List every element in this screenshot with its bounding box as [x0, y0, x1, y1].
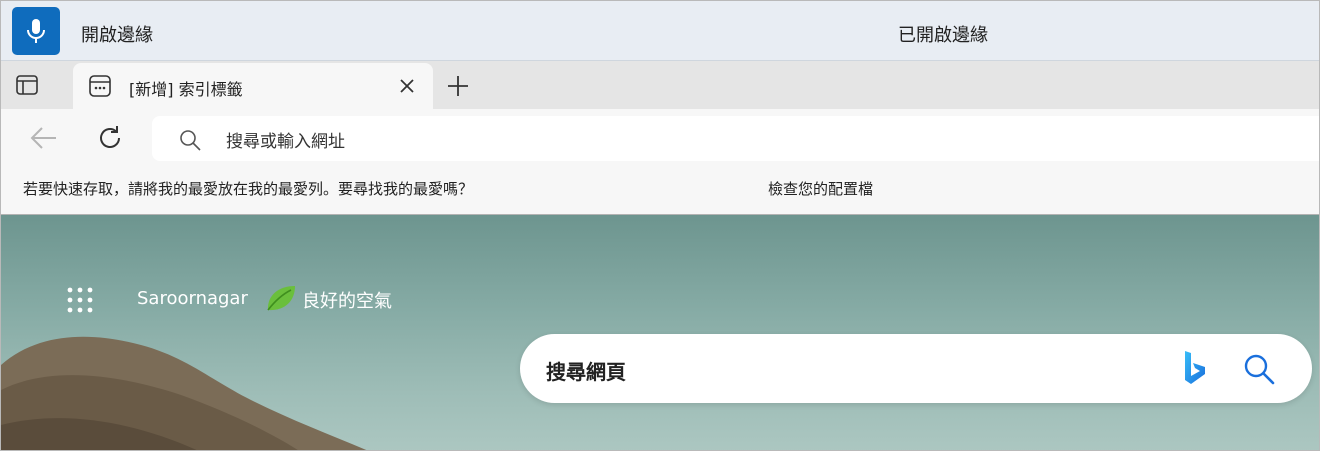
app-launcher-icon[interactable]	[65, 285, 95, 315]
tab-actions-icon	[16, 75, 38, 95]
search-icon[interactable]	[1242, 352, 1276, 386]
microphone-button[interactable]	[12, 7, 60, 55]
close-icon[interactable]	[397, 76, 417, 96]
address-placeholder: 搜尋或輸入網址	[226, 132, 345, 152]
tab-title: [新增] 索引標籤	[129, 80, 243, 99]
favorites-bar: 若要快速存取，請將我的最愛放在我的最愛列。要尋找我的最愛嗎？ 檢查您的配置檔	[1, 167, 1319, 215]
background-hill-image	[1, 336, 367, 450]
navigation-toolbar: 搜尋或輸入網址	[1, 109, 1319, 167]
address-bar[interactable]: 搜尋或輸入網址	[152, 116, 1319, 161]
web-search-placeholder: 搜尋網頁	[546, 360, 626, 384]
back-arrow-icon[interactable]	[29, 124, 59, 152]
tab-new-tab[interactable]: [新增] 索引標籤	[73, 63, 433, 109]
new-tab-page-icon	[89, 75, 111, 97]
leaf-icon	[267, 286, 295, 311]
tab-actions-button[interactable]	[15, 73, 39, 97]
new-tab-page: Saroornagar 良好的空氣 搜尋網頁	[1, 215, 1319, 450]
voice-status-text: 已開啟邊緣	[898, 25, 988, 46]
voice-access-bar: 開啟邊緣 已開啟邊緣	[1, 1, 1319, 61]
air-quality-text[interactable]: 良好的空氣	[302, 287, 392, 313]
web-search-box[interactable]: 搜尋網頁	[520, 334, 1312, 403]
microphone-icon	[27, 19, 45, 43]
search-icon	[180, 130, 201, 151]
favorites-bar-message: 若要快速存取，請將我的最愛放在我的最愛列。要尋找我的最愛嗎？	[23, 180, 474, 198]
voice-command-label: 開啟邊緣	[81, 25, 153, 46]
check-profile-link[interactable]: 檢查您的配置檔	[768, 178, 873, 199]
plus-icon[interactable]	[445, 73, 471, 99]
tab-strip: [新增] 索引標籤	[1, 61, 1319, 109]
bing-logo-icon[interactable]	[1182, 349, 1208, 387]
browser-window: 開啟邊緣 已開啟邊緣 [新增] 索引標籤 搜尋或輸入網址 若要快速存取，請將我的…	[0, 0, 1320, 451]
refresh-icon[interactable]	[95, 123, 125, 153]
weather-location[interactable]: Saroornagar	[137, 288, 248, 309]
